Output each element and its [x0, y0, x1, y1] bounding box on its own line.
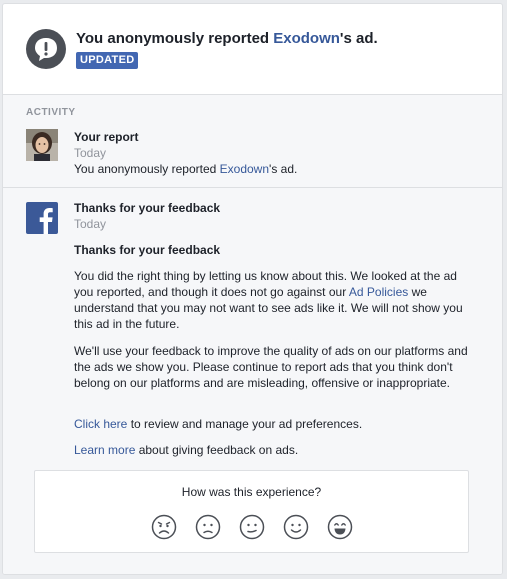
click-here-link[interactable]: Click here [74, 417, 127, 431]
report-text-prefix: You anonymously reported [74, 162, 220, 176]
title-suffix: 's ad. [339, 30, 378, 47]
learn-more-line: Learn more about giving feedback on ads. [74, 442, 474, 458]
very-happy-face-icon[interactable] [327, 514, 353, 540]
facebook-logo-icon [26, 202, 58, 234]
advertiser-link[interactable]: Exodown [220, 162, 269, 176]
report-entry-title: Your report [74, 130, 139, 144]
experience-survey: How was this experience? [34, 470, 469, 553]
feedback-heading: Thanks for your feedback [74, 243, 221, 257]
activity-section: ACTIVITY Your report Today You anonymous… [3, 95, 502, 188]
alert-icon [26, 29, 66, 69]
report-entry-text: You anonymously reported Exodown's ad. [74, 162, 297, 176]
report-header: You anonymously reported Exodown's ad. U… [3, 4, 502, 95]
advertiser-link[interactable]: Exodown [273, 30, 340, 47]
sad-face-icon[interactable] [195, 514, 221, 540]
learn-more-link[interactable]: Learn more [74, 443, 135, 457]
happy-face-icon[interactable] [283, 514, 309, 540]
very-sad-face-icon[interactable] [151, 514, 177, 540]
ad-policies-link[interactable]: Ad Policies [349, 285, 408, 299]
status-badge: UPDATED [76, 52, 139, 69]
feedback-paragraph-1: You did the right thing by letting us kn… [74, 268, 474, 332]
neutral-face-icon[interactable] [239, 514, 265, 540]
report-entry-time: Today [74, 146, 107, 160]
learn-more-suffix: about giving feedback on ads. [135, 443, 299, 457]
feedback-paragraph-2: We'll use your feedback to improve the q… [74, 344, 468, 390]
report-text-suffix: 's ad. [269, 162, 298, 176]
feedback-entry-title: Thanks for your feedback [74, 201, 221, 215]
click-here-suffix: to review and manage your ad preferences… [127, 417, 363, 431]
feedback-section: Thanks for your feedback Today Thanks fo… [3, 188, 502, 574]
title-prefix: You anonymously reported [76, 30, 274, 47]
feedback-entry-time: Today [74, 217, 107, 231]
preferences-line: Click here to review and manage your ad … [74, 416, 474, 432]
page-title: You anonymously reported Exodown's ad. [76, 30, 378, 47]
activity-label: ACTIVITY [26, 107, 76, 118]
survey-question: How was this experience? [181, 485, 322, 499]
avatar[interactable] [26, 129, 58, 161]
report-card: You anonymously reported Exodown's ad. U… [2, 3, 503, 575]
